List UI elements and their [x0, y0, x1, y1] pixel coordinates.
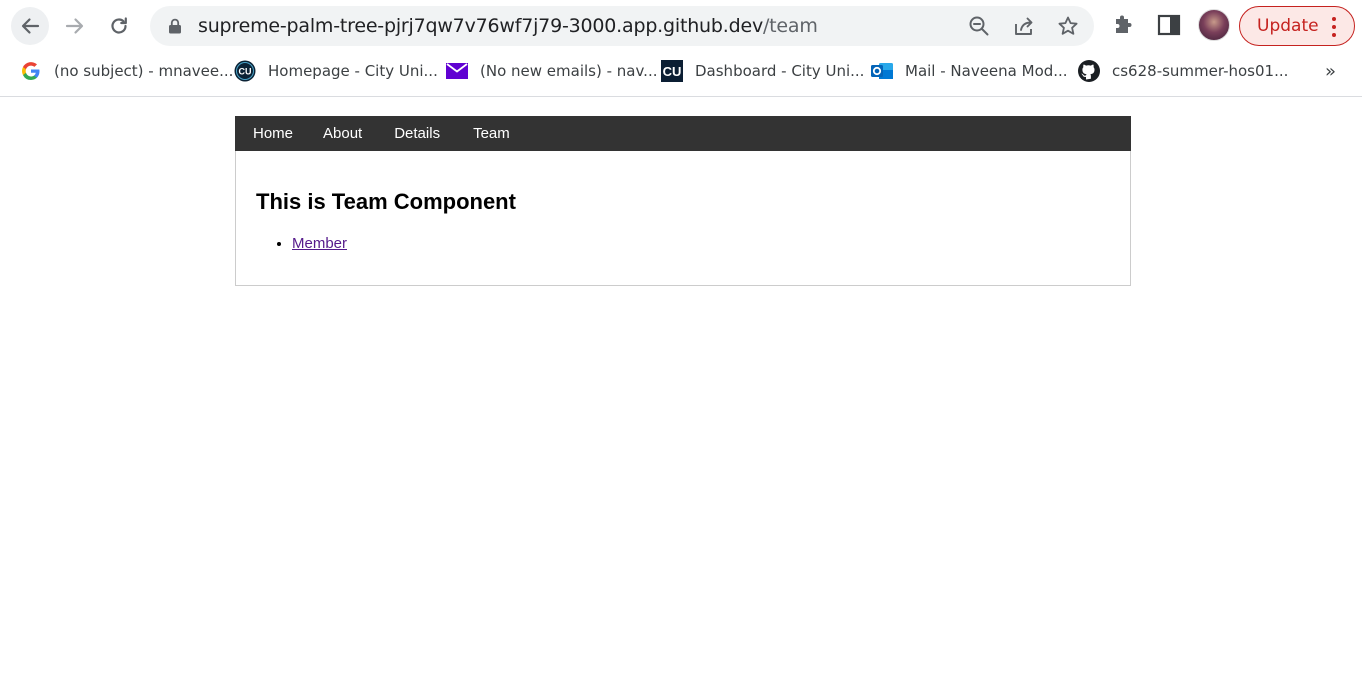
puzzle-icon[interactable]: [1112, 13, 1136, 37]
mail-icon: [446, 60, 468, 82]
nav-link-details[interactable]: Details: [378, 116, 456, 151]
bookmark-item[interactable]: Mail - Naveena Mod...: [871, 60, 1068, 82]
top-navbar: Home About Details Team: [235, 116, 1131, 151]
url-text[interactable]: supreme-palm-tree-pjrj7qw7v76wf7j79-3000…: [198, 15, 818, 37]
lock-icon[interactable]: [168, 18, 182, 34]
share-icon[interactable]: [1013, 15, 1035, 37]
reload-icon: [111, 17, 127, 34]
nav-link-about[interactable]: About: [309, 116, 378, 151]
bookmark-label: (No new emails) - nav...: [480, 62, 658, 80]
bookmark-item[interactable]: CU Dashboard - City Uni...: [661, 60, 864, 82]
google-icon: [20, 60, 42, 82]
bookmarks-bar: (no subject) - mnavee... CU Homepage - C…: [0, 52, 1362, 97]
svg-text:CU: CU: [239, 67, 252, 77]
back-button[interactable]: [11, 7, 49, 45]
svg-text:CU: CU: [663, 64, 682, 79]
update-button[interactable]: Update: [1239, 6, 1355, 46]
bookmark-label: Dashboard - City Uni...: [695, 62, 865, 80]
github-icon: [1078, 60, 1100, 82]
star-icon[interactable]: [1057, 15, 1079, 37]
bookmark-label: (no subject) - mnavee...: [54, 62, 234, 80]
bookmark-item[interactable]: (no subject) - mnavee...: [20, 60, 233, 82]
member-link[interactable]: Member: [292, 235, 347, 252]
bookmark-label: Homepage - City Uni...: [268, 62, 438, 80]
forward-arrow-icon: [65, 18, 84, 34]
bookmark-item[interactable]: cs628-summer-hos01...: [1078, 60, 1288, 82]
team-list: Member: [256, 235, 1110, 253]
bookmark-label: cs628-summer-hos01...: [1112, 62, 1289, 80]
nav-link-team[interactable]: Team: [456, 116, 526, 151]
back-arrow-icon: [21, 18, 40, 34]
bookmark-item[interactable]: (No new emails) - nav...: [446, 60, 658, 82]
url-host: supreme-palm-tree-pjrj7qw7v76wf7j79-3000…: [198, 15, 763, 37]
reload-button[interactable]: [100, 7, 138, 45]
city-university-icon: CU: [234, 60, 256, 82]
update-label: Update: [1257, 16, 1319, 36]
bookmark-item[interactable]: CU Homepage - City Uni...: [234, 60, 438, 82]
side-panel-icon[interactable]: [1157, 14, 1181, 36]
page-title: This is Team Component: [256, 189, 516, 214]
nav-link-home[interactable]: Home: [235, 116, 309, 151]
kebab-menu-icon[interactable]: [1332, 17, 1336, 37]
bookmark-label: Mail - Naveena Mod...: [905, 62, 1068, 80]
address-bar[interactable]: supreme-palm-tree-pjrj7qw7v76wf7j79-3000…: [150, 6, 1094, 46]
url-path: /team: [762, 15, 818, 37]
cu-dashboard-icon: CU: [661, 60, 683, 82]
forward-button[interactable]: [56, 7, 94, 45]
team-component: This is Team Component Member: [235, 151, 1131, 286]
app-container: Home About Details Team This is Team Com…: [235, 116, 1131, 286]
list-item: Member: [292, 235, 1110, 253]
more-bookmarks-button[interactable]: »: [1325, 61, 1336, 82]
zoom-out-icon[interactable]: [968, 15, 990, 37]
browser-toolbar: supreme-palm-tree-pjrj7qw7v76wf7j79-3000…: [0, 0, 1362, 52]
avatar[interactable]: [1198, 9, 1230, 41]
outlook-icon: [871, 60, 893, 82]
